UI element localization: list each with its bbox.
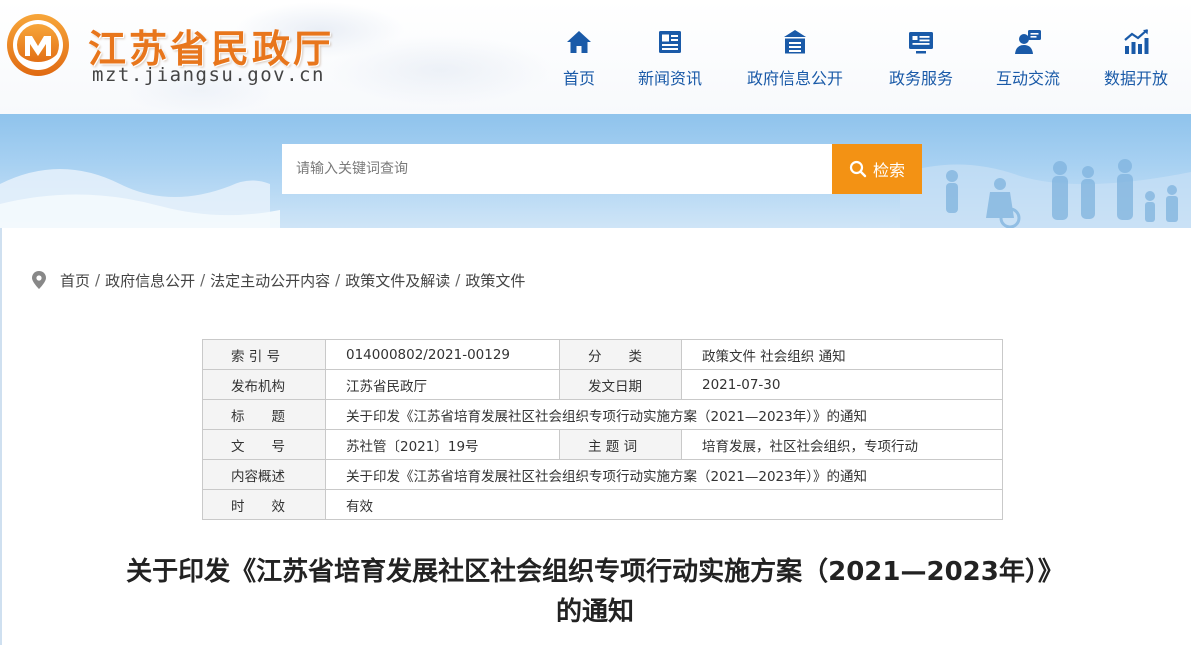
government-info-icon <box>784 30 806 54</box>
nav-item-news[interactable]: 新闻资讯 <box>634 28 706 92</box>
breadcrumb-statutory-disclosure[interactable]: 法定主动公开内容 <box>210 270 330 291</box>
table-row: 文 号 苏社管〔2021〕19号 主 题 词 培育发展，社区社会组织，专项行动 <box>202 429 1003 460</box>
breadcrumb-separator: / <box>335 271 341 289</box>
summary-value: 关于印发《江苏省培育发展社区社会组织专项行动实施方案（2021—2023年）》的… <box>325 459 1003 490</box>
index-value: 014000802/2021-00129 <box>325 339 560 370</box>
breadcrumb: 首页 / 政府信息公开 / 法定主动公开内容 / 政策文件及解读 / 政策文件 <box>32 269 525 291</box>
chat-person-icon <box>1015 30 1041 54</box>
publisher-value: 江苏省民政厅 <box>325 369 560 400</box>
category-label: 分 类 <box>559 339 682 370</box>
title-value: 关于印发《江苏省培育发展社区社会组织专项行动实施方案（2021—2023年）》的… <box>325 399 1003 430</box>
nav-label-services: 政务服务 <box>888 69 953 88</box>
search-input[interactable] <box>282 144 832 194</box>
breadcrumb-separator: / <box>455 271 461 289</box>
service-monitor-icon <box>909 32 933 54</box>
table-row: 时 效 有效 <box>202 489 1003 520</box>
breadcrumb-government-info[interactable]: 政府信息公开 <box>105 270 195 291</box>
nav-label-home: 首页 <box>562 69 595 88</box>
keywords-label: 主 题 词 <box>559 429 682 460</box>
document-number-value: 苏社管〔2021〕19号 <box>325 429 560 460</box>
nav-label-interaction: 互动交流 <box>995 69 1060 88</box>
nav-item-services[interactable]: 政务服务 <box>885 28 957 92</box>
breadcrumb-separator: / <box>95 271 101 289</box>
nav-item-interaction[interactable]: 互动交流 <box>992 28 1064 92</box>
nav-label-government-info: 政府信息公开 <box>746 69 843 88</box>
site-logo-icon[interactable] <box>5 12 71 78</box>
nav-label-open-data: 数据开放 <box>1103 69 1168 88</box>
table-row: 索 引 号 014000802/2021-00129 分 类 政策文件 社会组织… <box>202 339 1003 370</box>
nav-item-government-info[interactable]: 政府信息公开 <box>743 28 847 92</box>
search-button-label: 检索 <box>872 161 905 180</box>
article-title: 关于印发《江苏省培育发展社区社会组织专项行动实施方案（2021—2023年）》的… <box>126 557 1064 627</box>
publisher-label: 发布机构 <box>202 369 326 400</box>
location-pin-icon <box>32 271 46 289</box>
summary-label: 内容概述 <box>202 459 326 490</box>
breadcrumb-separator: / <box>200 271 206 289</box>
title-label: 标 题 <box>202 399 326 430</box>
table-row: 标 题 关于印发《江苏省培育发展社区社会组织专项行动实施方案（2021—2023… <box>202 399 1003 430</box>
nav-label-news: 新闻资讯 <box>637 69 702 88</box>
table-row: 发布机构 江苏省民政厅 发文日期 2021-07-30 <box>202 369 1003 400</box>
breadcrumb-policy-documents[interactable]: 政策文件 <box>465 270 525 291</box>
index-label: 索 引 号 <box>202 339 326 370</box>
breadcrumb-home[interactable]: 首页 <box>60 270 90 291</box>
nav-item-home[interactable]: 首页 <box>558 28 600 92</box>
search-icon <box>849 160 867 178</box>
news-icon <box>659 31 681 53</box>
chart-icon <box>1124 29 1149 54</box>
document-info-table: 索 引 号 014000802/2021-00129 分 类 政策文件 社会组织… <box>202 339 1003 520</box>
nav-item-open-data[interactable]: 数据开放 <box>1100 28 1172 92</box>
date-value: 2021-07-30 <box>681 369 1003 400</box>
site-header: 江苏省民政厅 mzt.jiangsu.gov.cn 首页 新闻资讯 政府信息公开… <box>0 0 1191 114</box>
keywords-value: 培育发展，社区社会组织，专项行动 <box>681 429 1003 460</box>
main-nav: 首页 新闻资讯 政府信息公开 政务服务 互动交流 数据开放 <box>540 28 1191 98</box>
category-value: 政策文件 社会组织 通知 <box>681 339 1003 370</box>
validity-label: 时 效 <box>202 489 326 520</box>
home-icon <box>567 31 591 53</box>
table-row: 内容概述 关于印发《江苏省培育发展社区社会组织专项行动实施方案（2021—202… <box>202 459 1003 490</box>
content-left-border <box>0 228 2 645</box>
validity-value: 有效 <box>325 489 1003 520</box>
search-banner: 检索 <box>0 114 1191 228</box>
document-number-label: 文 号 <box>202 429 326 460</box>
site-domain: mzt.jiangsu.gov.cn <box>92 64 325 86</box>
search-button[interactable]: 检索 <box>832 144 922 194</box>
breadcrumb-policy-documents-interpretation[interactable]: 政策文件及解读 <box>345 270 450 291</box>
date-label: 发文日期 <box>559 369 682 400</box>
